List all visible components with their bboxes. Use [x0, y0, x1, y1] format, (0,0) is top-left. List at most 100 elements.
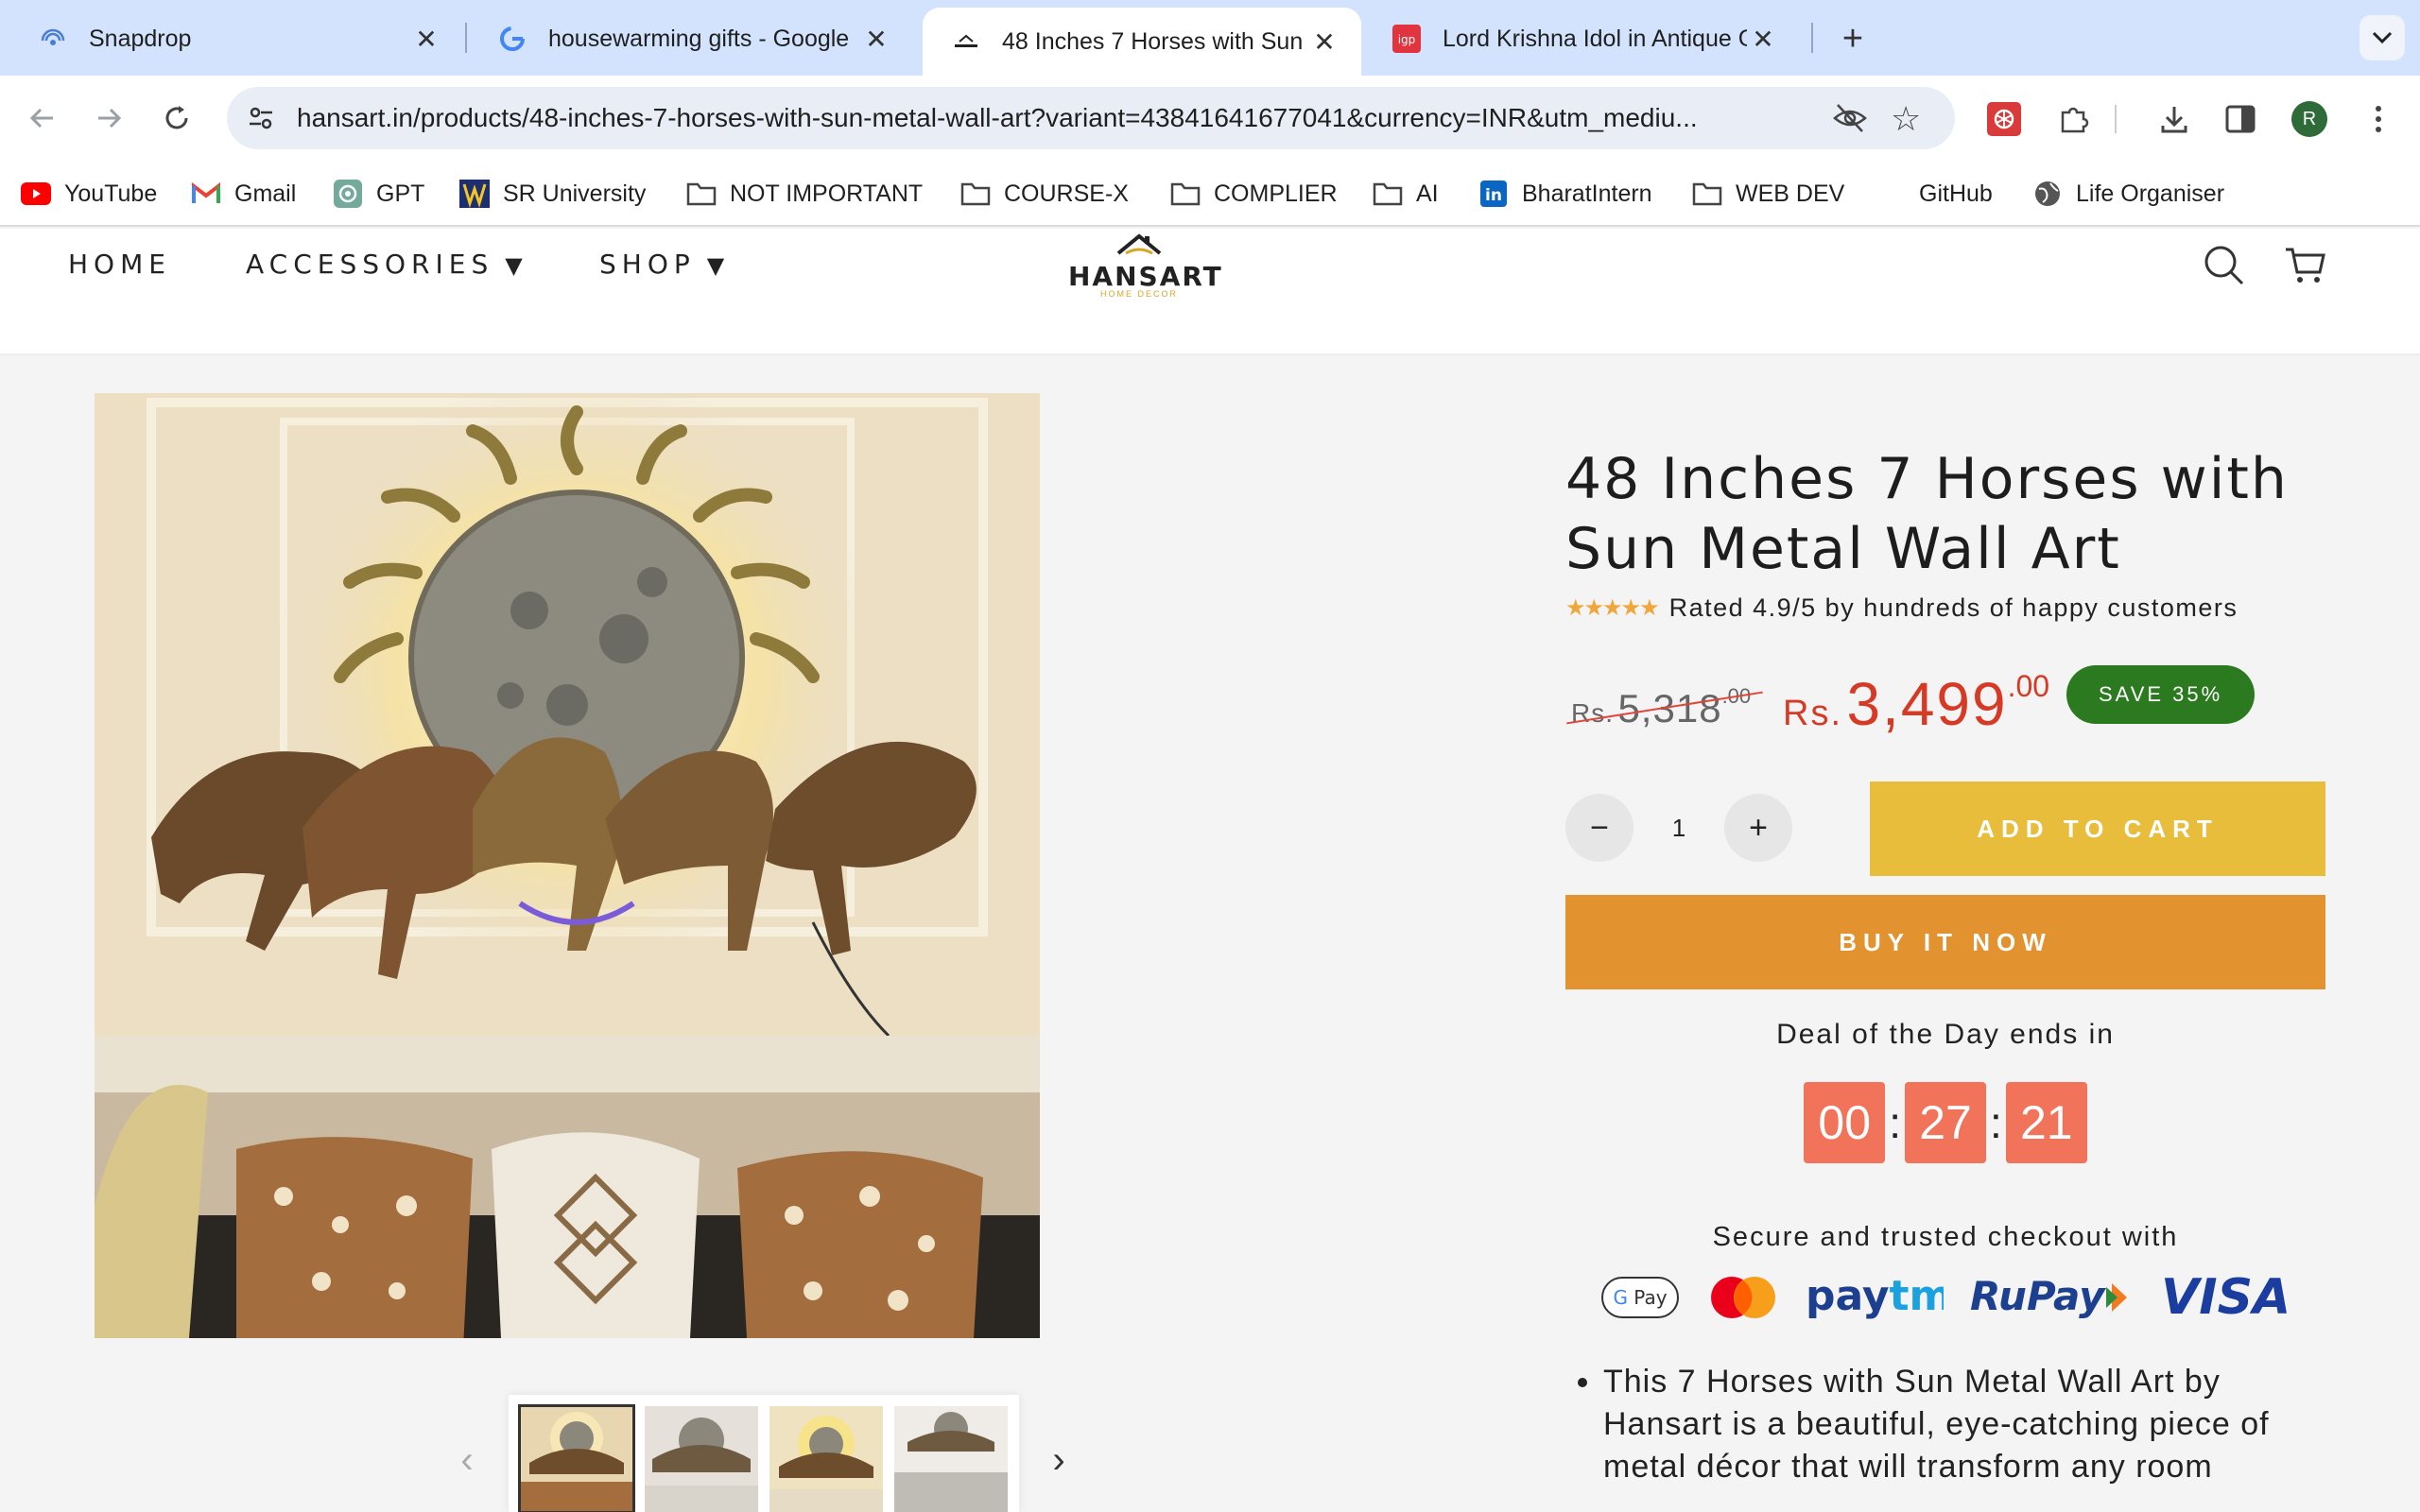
- back-button[interactable]: [21, 96, 64, 140]
- cart-icon[interactable]: [2282, 242, 2327, 287]
- site-settings-icon[interactable]: [246, 103, 276, 133]
- extensions-puzzle-icon[interactable]: [2053, 98, 2095, 140]
- nav-home[interactable]: HOME: [68, 246, 171, 284]
- reload-button[interactable]: [155, 96, 199, 140]
- product-rating: ★★★★★ Rated 4.9/5 by hundreds of happy c…: [1565, 592, 2238, 624]
- site-logo[interactable]: HANSART HOME DECOR: [1068, 229, 1223, 299]
- quantity-increase-button[interactable]: +: [1724, 794, 1792, 862]
- bookmark-bharatintern[interactable]: in BharatIntern: [1478, 161, 1652, 227]
- thumbnail-1[interactable]: [518, 1404, 635, 1512]
- snapdrop-icon: [38, 24, 68, 54]
- sru-icon: [459, 179, 490, 209]
- price-currency: Rs.: [1571, 698, 1614, 728]
- description-bullet: This 7 Horses with Sun Metal Wall Art by…: [1603, 1361, 2322, 1488]
- bookmark-label: NOT IMPORTANT: [730, 180, 924, 207]
- forward-button[interactable]: [87, 96, 130, 140]
- tab-google-search[interactable]: housewarming gifts - Google ✕: [469, 8, 913, 70]
- house-roof-icon: [1116, 233, 1162, 255]
- bookmark-ai[interactable]: AI: [1373, 161, 1439, 227]
- browser-toolbar: hansart.in/products/48-inches-7-horses-w…: [0, 76, 2420, 161]
- bookmark-complier[interactable]: COMPLIER: [1170, 161, 1338, 227]
- svg-text:in: in: [1485, 186, 1502, 205]
- igp-icon: igp: [1392, 24, 1422, 54]
- bookmark-gmail[interactable]: Gmail: [191, 161, 296, 227]
- close-icon[interactable]: ✕: [410, 23, 442, 55]
- kebab-menu-icon[interactable]: [2358, 98, 2399, 140]
- tab-search-button[interactable]: [2360, 15, 2405, 60]
- download-icon[interactable]: [2153, 98, 2195, 140]
- product-main-image[interactable]: [95, 393, 1040, 1338]
- bookmark-label: Life Organiser: [2076, 180, 2225, 207]
- bookmark-github[interactable]: GitHub: [1919, 161, 1993, 227]
- hansart-icon: [951, 26, 981, 57]
- bookmark-label: YouTube: [64, 180, 158, 207]
- bookmark-gpt[interactable]: GPT: [333, 161, 424, 227]
- timer-separator: :: [1990, 1098, 2002, 1147]
- product-title: 48 Inches 7 Horses with Sun Metal Wall A…: [1565, 446, 2289, 582]
- gallery-prev-arrow[interactable]: ‹: [448, 1436, 486, 1484]
- gallery-next-arrow[interactable]: ›: [1040, 1436, 1078, 1484]
- folder-icon: [960, 179, 991, 209]
- tab-hansart-product[interactable]: 48 Inches 7 Horses with Sun I ✕: [923, 8, 1361, 76]
- buy-it-now-button[interactable]: BUY IT NOW: [1565, 895, 2325, 989]
- bookmark-label: WEB DEV: [1736, 180, 1845, 207]
- secure-checkout-text: Secure and trusted checkout with: [1712, 1222, 2179, 1252]
- timer-hours: 00: [1804, 1082, 1886, 1163]
- timer-separator: :: [1889, 1098, 1901, 1147]
- price-decimals: .00: [2007, 669, 2050, 703]
- url-text[interactable]: hansart.in/products/48-inches-7-horses-w…: [297, 87, 1809, 149]
- close-icon[interactable]: ✕: [860, 23, 892, 55]
- eye-off-icon[interactable]: [1832, 101, 1868, 135]
- compare-at-price: Rs. 5,318.00: [1566, 684, 1763, 731]
- nav-accessories[interactable]: ACCESSORIES ▼: [246, 246, 523, 284]
- countdown-timer: 00 : 27 : 21: [1565, 1082, 2325, 1163]
- nav-label: HOME: [68, 249, 171, 280]
- add-to-cart-button[interactable]: ADD TO CART: [1870, 782, 2325, 876]
- gpay-icon: G Pay: [1601, 1264, 1679, 1331]
- close-icon[interactable]: ✕: [1308, 26, 1340, 58]
- new-tab-button[interactable]: +: [1831, 17, 1875, 60]
- profile-avatar[interactable]: R: [2291, 101, 2327, 137]
- bookmark-life-organiser[interactable]: Life Organiser: [2032, 161, 2224, 227]
- quantity-input[interactable]: 1: [1645, 794, 1713, 862]
- quantity-decrease-button[interactable]: −: [1565, 794, 1634, 862]
- site-header: HOME ACCESSORIES ▼ SHOP ▼ HANSART HOME DEC…: [0, 229, 2420, 355]
- bookmark-course-x[interactable]: COURSE-X: [960, 161, 1129, 227]
- bookmarks-bar: YouTube Gmail GPT SR University NOT IMPO…: [0, 161, 2420, 227]
- bookmark-label: GitHub: [1919, 180, 1993, 207]
- bookmark-sr-university[interactable]: SR University: [459, 161, 646, 227]
- thumbnail-2[interactable]: [645, 1406, 758, 1512]
- timer-seconds: 21: [2005, 1082, 2087, 1163]
- timer-minutes: 27: [1905, 1082, 1986, 1163]
- search-icon[interactable]: [2201, 242, 2246, 287]
- tab-igp-krishna[interactable]: igp Lord Krishna Idol in Antique G ✕: [1363, 8, 1800, 70]
- sale-price: Rs. 3,499.00: [1783, 669, 2049, 739]
- chevron-down-icon: [2372, 31, 2393, 44]
- bookmark-label: SR University: [503, 180, 647, 207]
- svg-text:igp: igp: [1398, 33, 1416, 46]
- tab-title: Lord Krishna Idol in Antique G: [1443, 25, 1747, 52]
- tab-snapdrop[interactable]: Snapdrop ✕: [9, 8, 463, 70]
- bookmark-star-icon[interactable]: ☆: [1891, 99, 1921, 139]
- logo-text: HANSART: [1068, 261, 1223, 292]
- bookmark-not-important[interactable]: NOT IMPORTANT: [686, 161, 923, 227]
- rating-stars-icon: ★★★★★: [1565, 594, 1660, 621]
- caret-down-icon: ▼: [505, 252, 523, 279]
- bookmark-web-dev[interactable]: WEB DEV: [1692, 161, 1844, 227]
- rating-text: Rated 4.9/5 by hundreds of happy custome…: [1668, 593, 2238, 622]
- folder-icon: [1170, 179, 1201, 209]
- save-badge: SAVE 35%: [2066, 665, 2256, 724]
- svg-text:VISA: VISA: [2161, 1274, 2290, 1321]
- extension-red-icon[interactable]: [1983, 98, 2025, 140]
- bookmark-label: GPT: [376, 180, 425, 207]
- bookmark-youtube[interactable]: YouTube: [21, 161, 157, 227]
- bookmark-label: BharatIntern: [1522, 180, 1652, 207]
- address-bar[interactable]: hansart.in/products/48-inches-7-horses-w…: [227, 87, 1955, 149]
- thumbnail-strip: [509, 1395, 1019, 1512]
- thumbnail-4[interactable]: [894, 1406, 1008, 1512]
- close-icon[interactable]: ✕: [1747, 23, 1779, 55]
- visa-icon: VISA: [2161, 1264, 2291, 1331]
- nav-shop[interactable]: SHOP ▼: [599, 246, 724, 284]
- side-panel-icon[interactable]: [2220, 98, 2261, 140]
- thumbnail-3[interactable]: [769, 1406, 883, 1512]
